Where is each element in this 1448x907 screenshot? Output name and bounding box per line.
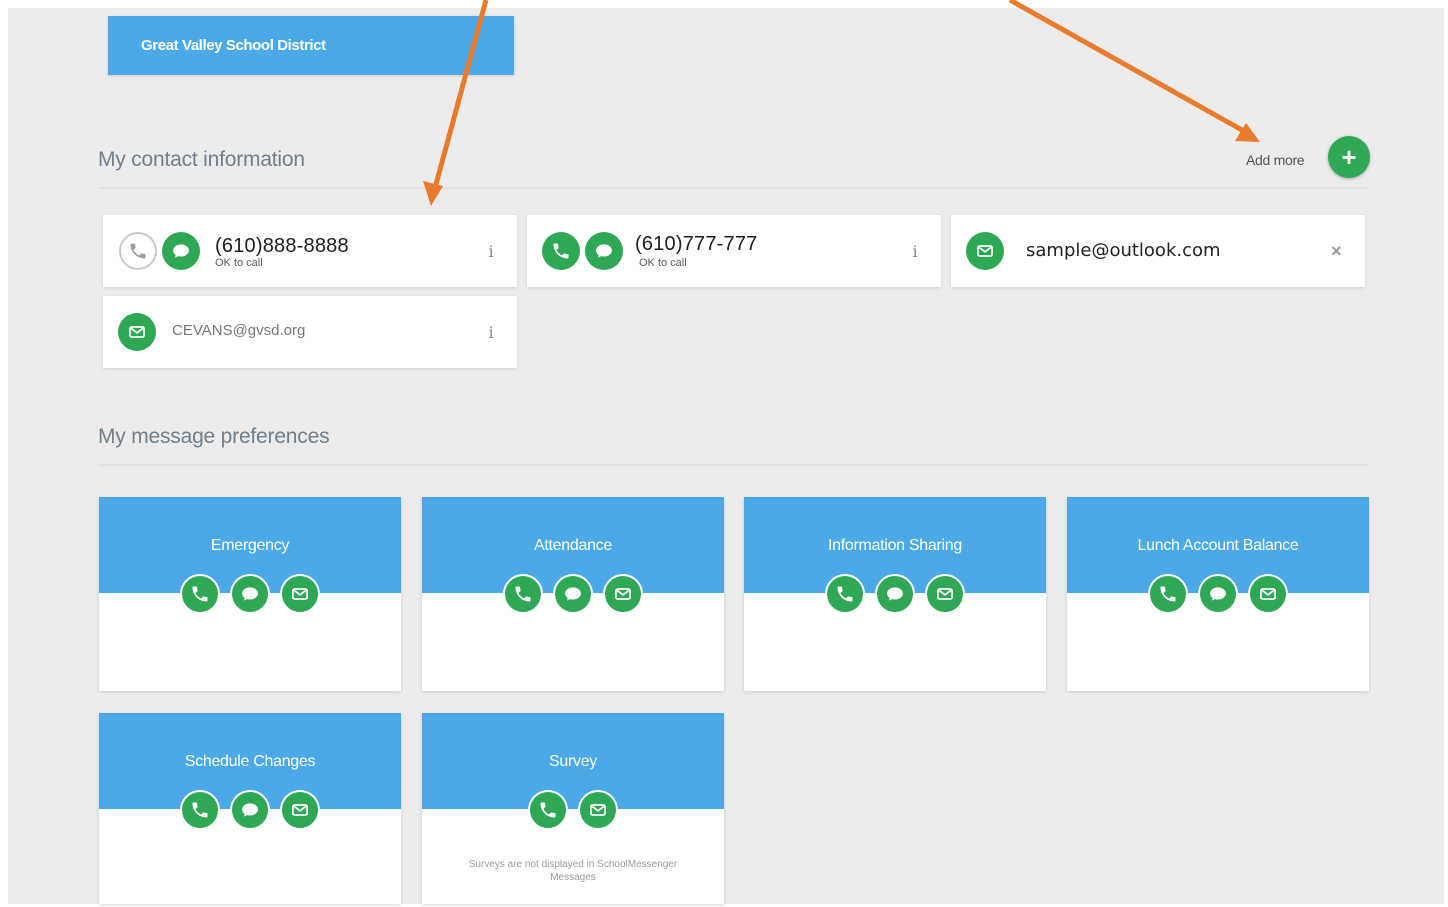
contact-card-phone-2[interactable]: (610)777-777 OK to call i (527, 215, 941, 287)
pref-channel-icons (744, 574, 1046, 614)
sms-icon[interactable] (875, 574, 915, 614)
email-icon[interactable] (966, 232, 1004, 270)
pref-channel-icons (1067, 574, 1369, 614)
email-icon[interactable] (280, 574, 320, 614)
pref-card-information-sharing[interactable]: Information Sharing (744, 497, 1046, 691)
preferences-section-divider (98, 464, 1368, 466)
contact-email-address: CEVANS@gvsd.org (172, 322, 306, 339)
contact-email-address: sample@outlook.com (1026, 240, 1221, 261)
contact-phone-number: (610)888-8888 (215, 235, 349, 257)
survey-note: Surveys are not displayed in SchoolMesse… (468, 859, 678, 883)
info-icon[interactable]: i (484, 242, 498, 261)
pref-channel-icons (422, 790, 724, 830)
email-icon[interactable] (578, 790, 618, 830)
add-more-label[interactable]: Add more (1246, 152, 1305, 168)
contact-status: OK to call (639, 257, 687, 269)
pref-channel-icons (422, 574, 724, 614)
phone-icon[interactable] (528, 790, 568, 830)
pref-card-attendance[interactable]: Attendance (422, 497, 724, 691)
contact-card-email-1[interactable]: sample@outlook.com × (951, 215, 1365, 287)
sms-icon[interactable] (162, 232, 200, 270)
pref-card-emergency[interactable]: Emergency (99, 497, 401, 691)
remove-contact-button[interactable]: × (1331, 241, 1342, 262)
sms-icon[interactable] (230, 790, 270, 830)
pref-card-lunch-account-balance[interactable]: Lunch Account Balance (1067, 497, 1369, 691)
email-icon[interactable] (1248, 574, 1288, 614)
sms-icon[interactable] (230, 574, 270, 614)
email-icon[interactable] (118, 313, 156, 351)
pref-card-schedule-changes[interactable]: Schedule Changes (99, 713, 401, 904)
email-icon[interactable] (925, 574, 965, 614)
phone-icon[interactable] (180, 790, 220, 830)
contact-card-email-2[interactable]: CEVANS@gvsd.org i (103, 296, 517, 368)
contact-section-divider (98, 187, 1368, 189)
contact-status: OK to call (215, 257, 263, 269)
info-icon[interactable]: i (484, 323, 498, 342)
district-name: Great Valley School District (141, 37, 326, 54)
add-contact-button[interactable]: + (1328, 136, 1370, 178)
sms-icon[interactable] (1198, 574, 1238, 614)
email-icon[interactable] (603, 574, 643, 614)
phone-icon[interactable] (825, 574, 865, 614)
pref-channel-icons (99, 574, 401, 614)
info-icon[interactable]: i (908, 242, 922, 261)
phone-icon[interactable] (1148, 574, 1188, 614)
phone-icon[interactable] (503, 574, 543, 614)
phone-icon[interactable] (180, 574, 220, 614)
email-icon[interactable] (280, 790, 320, 830)
contact-card-phone-1[interactable]: (610)888-8888 OK to call i (103, 215, 517, 287)
district-banner[interactable]: Great Valley School District (108, 16, 514, 75)
sms-icon[interactable] (553, 574, 593, 614)
phone-outline-icon[interactable] (119, 232, 157, 270)
pref-channel-icons (99, 790, 401, 830)
contact-section-title: My contact information (98, 148, 305, 171)
phone-icon[interactable] (542, 232, 580, 270)
contact-phone-number: (610)777-777 (635, 233, 758, 255)
preferences-section-title: My message preferences (98, 425, 330, 448)
pref-card-survey[interactable]: Survey Surveys are not displayed in Scho… (422, 713, 724, 904)
sms-icon[interactable] (585, 232, 623, 270)
